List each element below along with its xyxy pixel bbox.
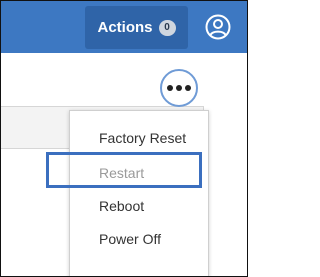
actions-label: Actions: [97, 19, 153, 36]
top-bar: Actions 0: [1, 1, 247, 53]
more-options-menu: Factory Reset Restart Reboot Power Off: [69, 110, 209, 276]
actions-count-badge: 0: [158, 19, 176, 36]
menu-item-reboot[interactable]: Reboot: [99, 198, 144, 214]
menu-item-factory-reset[interactable]: Factory Reset: [99, 130, 186, 146]
ellipsis-icon: [167, 85, 173, 91]
window-frame: Actions 0 Factory Reset Restart Reboot P…: [0, 0, 248, 277]
ellipsis-icon: [176, 85, 182, 91]
actions-button[interactable]: Actions 0: [85, 6, 188, 49]
user-circle-icon[interactable]: [205, 14, 231, 40]
ellipsis-icon: [185, 85, 191, 91]
menu-item-power-off[interactable]: Power Off: [99, 231, 161, 247]
restart-highlight-box: [46, 152, 202, 188]
more-options-button[interactable]: [160, 69, 198, 107]
